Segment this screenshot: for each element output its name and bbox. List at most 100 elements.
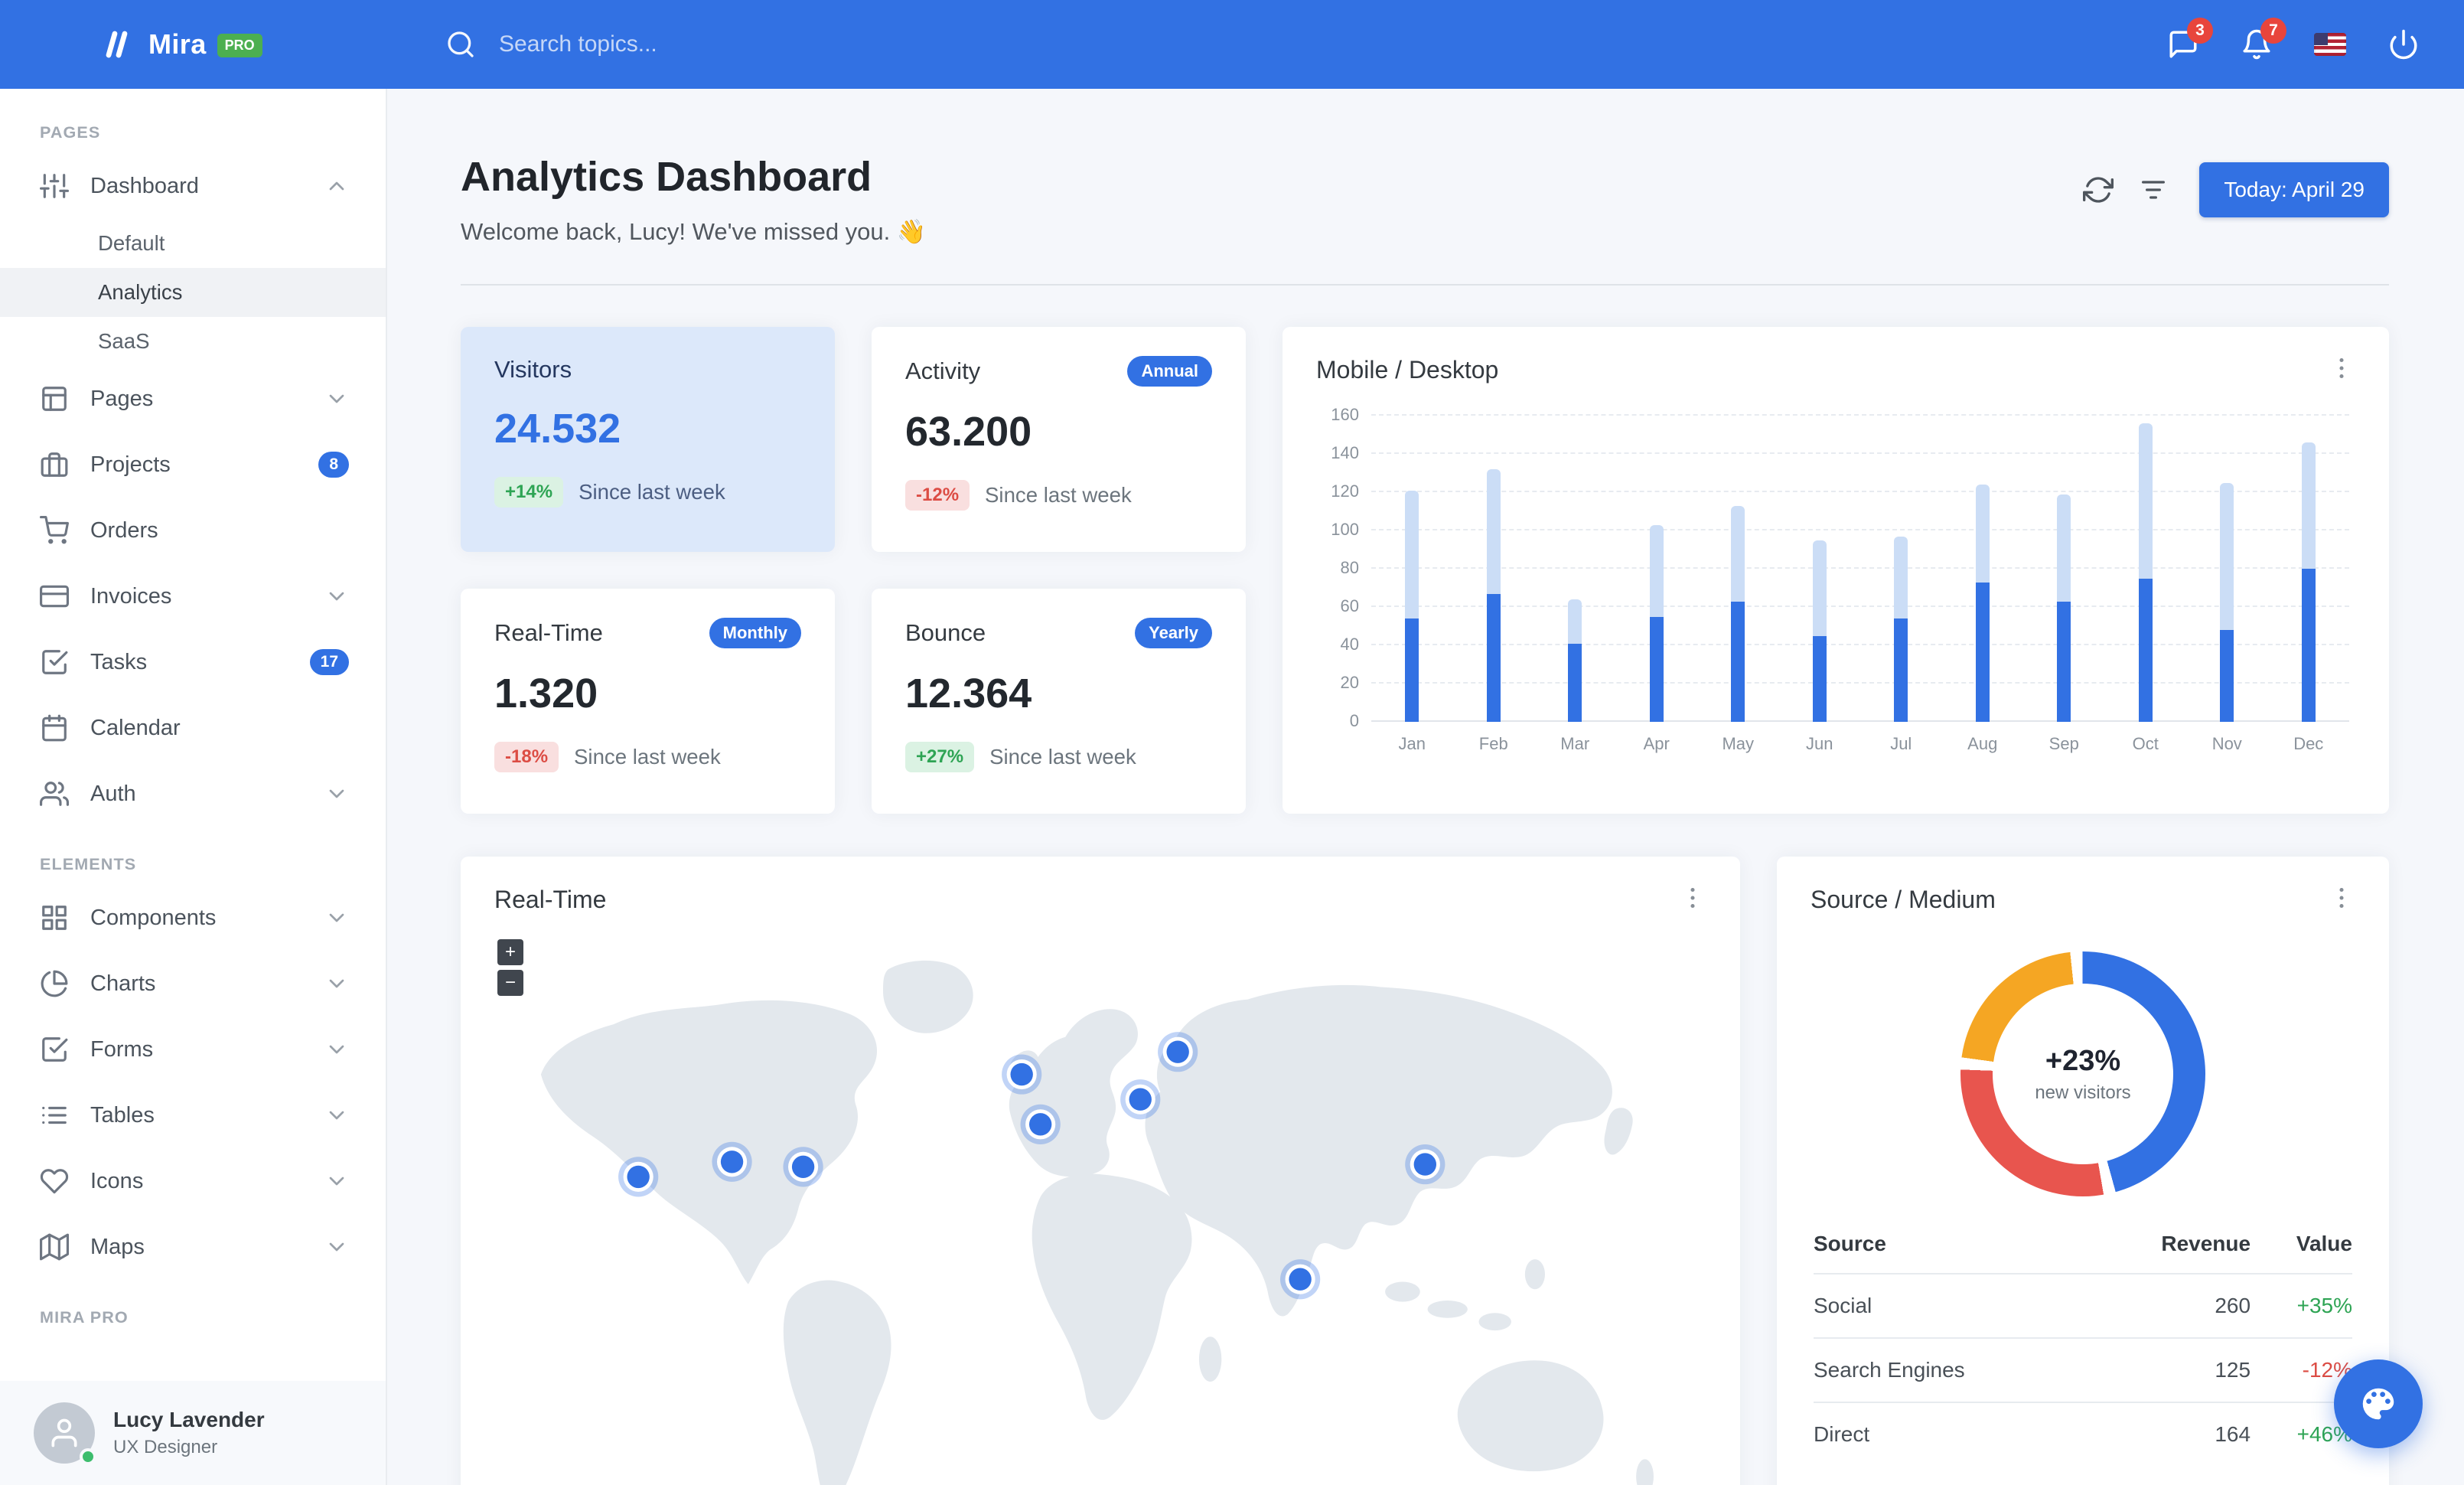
stacked-bar-chart: 0 20 40 60 80 100 120 140 160 Jan Feb Mar Apr May Jun J… <box>1283 405 2389 778</box>
island-madagascar <box>1198 1336 1222 1382</box>
stat-caption: Since last week <box>985 483 1132 507</box>
sign-out-button[interactable] <box>2377 18 2430 71</box>
map-marker[interactable] <box>1120 1079 1161 1120</box>
map-zoom-in-button[interactable]: + <box>497 939 523 965</box>
continent-africa <box>1032 1173 1192 1420</box>
header-actions: Today: April 29 <box>2071 162 2389 217</box>
source-row-social: Social 260 +35% <box>1814 1273 2352 1338</box>
filter-icon <box>2142 181 2166 199</box>
col-source: Source <box>1814 1232 1886 1255</box>
sidebar-item-forms[interactable]: Forms <box>0 1017 386 1082</box>
sidebar-item-auth[interactable]: Auth <box>0 761 386 827</box>
pie-chart-icon <box>41 970 68 997</box>
chevron-down-icon <box>329 1242 344 1252</box>
x-axis-label: Apr <box>1643 734 1670 753</box>
map-menu-button[interactable] <box>1679 884 1706 915</box>
stat-card-visitors: Visitors 24.532 +14% Since last week <box>461 327 835 552</box>
world-map[interactable] <box>476 927 1725 1485</box>
sidebar-item-label: Tasks <box>90 649 148 674</box>
sidebar-subitem-analytics[interactable]: Analytics <box>0 268 386 317</box>
sidebar-item-tables[interactable]: Tables <box>0 1082 386 1148</box>
date-range-button[interactable]: Today: April 29 <box>2199 162 2389 217</box>
delta-badge: -12% <box>905 480 970 511</box>
chevron-down-icon <box>329 979 344 988</box>
stats-grid: Visitors 24.532 +14% Since last week Activit… <box>461 327 1246 814</box>
sidebar-item-pages[interactable]: Pages <box>0 366 386 432</box>
refresh-icon <box>2083 177 2114 203</box>
sidebar-user[interactable]: Lucy Lavender UX Designer <box>0 1381 386 1485</box>
col-value: Value <box>2296 1232 2352 1255</box>
user-icon <box>51 1418 77 1447</box>
map-marker[interactable] <box>783 1147 823 1187</box>
source-card-title: Source / Medium <box>1811 885 1996 913</box>
map-marker[interactable] <box>1405 1144 1445 1185</box>
period-badge[interactable]: Monthly <box>709 618 801 648</box>
sidebar-item-label: Orders <box>90 517 158 543</box>
sidebar-item-calendar[interactable]: Calendar <box>0 695 386 761</box>
grid-icon <box>42 906 67 930</box>
map-marker[interactable] <box>1002 1054 1042 1095</box>
period-badge[interactable]: Annual <box>1127 356 1212 387</box>
more-vertical-icon <box>2339 887 2344 909</box>
chevron-down-icon <box>329 1045 344 1054</box>
map-marker[interactable] <box>618 1157 659 1197</box>
notifications-button[interactable]: 7 <box>2230 18 2286 71</box>
refresh-button[interactable] <box>2071 164 2126 216</box>
island-indonesia-1 <box>1385 1281 1420 1302</box>
sidebar-item-orders[interactable]: Orders <box>0 498 386 563</box>
sidebar-item-label: Forms <box>90 1036 154 1062</box>
more-vertical-icon <box>2339 357 2344 379</box>
sidebar-item-invoices[interactable]: Invoices <box>0 563 386 629</box>
y-axis-label: 20 <box>1340 673 1359 692</box>
source-table: Source Revenue Value Social 260 +35% Search… <box>1814 1215 2352 1466</box>
sidebar-item-tasks[interactable]: Tasks 17 <box>0 629 386 695</box>
sidebar-subitem-saas[interactable]: SaaS <box>0 317 386 366</box>
revenue-cell: 260 <box>2088 1273 2251 1338</box>
alerts-count-badge: 7 <box>2260 18 2286 44</box>
chevron-down-icon <box>329 1177 344 1186</box>
continent-south-america <box>783 1280 891 1485</box>
messages-button[interactable]: 3 <box>2156 18 2213 71</box>
bar-sep <box>2023 416 2105 722</box>
source-row-direct: Direct 164 +46% <box>1814 1402 2352 1466</box>
source-cell: Search Engines <box>1814 1337 2089 1402</box>
sidebar-item-components[interactable]: Components <box>0 885 386 951</box>
source-menu-button[interactable] <box>2328 884 2355 915</box>
sidebar-item-charts[interactable]: Charts <box>0 951 386 1017</box>
language-button[interactable] <box>2303 18 2357 71</box>
map-icon <box>40 1233 69 1261</box>
x-axis-label: May <box>1722 734 1755 753</box>
header-divider <box>461 284 2389 286</box>
power-icon <box>2390 29 2417 60</box>
source-cell: Social <box>1814 1273 2089 1338</box>
value-cell: +35% <box>2251 1273 2352 1338</box>
sidebar-item-maps[interactable]: Maps <box>0 1214 386 1280</box>
sidebar-item-dashboard[interactable]: Dashboard <box>0 153 386 219</box>
mobile-desktop-chart-card: Mobile / Desktop 0 20 40 60 80 100 120 140 160 Ja… <box>1283 327 2389 814</box>
bar-nov <box>2186 416 2268 722</box>
map-zoom-out-button[interactable]: − <box>497 970 523 996</box>
page-title: Analytics Dashboard <box>461 154 872 200</box>
sidebar-subitem-default[interactable]: Default <box>0 219 386 268</box>
filter-button[interactable] <box>2126 164 2181 216</box>
chart-menu-button[interactable] <box>2328 354 2355 385</box>
map-marker[interactable] <box>1280 1259 1321 1300</box>
sidebar: PAGES Dashboard Default Analytics SaaS Pages P… <box>0 89 387 1485</box>
credit-card-icon <box>40 585 69 608</box>
theme-customizer-fab[interactable] <box>2334 1359 2423 1448</box>
map-marker[interactable] <box>1158 1032 1198 1072</box>
map-marker[interactable] <box>712 1141 752 1182</box>
sidebar-item-projects[interactable]: Projects 8 <box>0 432 386 498</box>
y-axis-label: 80 <box>1340 558 1359 577</box>
map-marker[interactable] <box>1020 1104 1061 1144</box>
brand[interactable]: Mira PRO <box>0 26 387 63</box>
search-input[interactable] <box>496 30 924 59</box>
revenue-cell: 164 <box>2088 1402 2251 1466</box>
x-axis-label: Mar <box>1560 734 1590 753</box>
period-badge[interactable]: Yearly <box>1135 618 1212 648</box>
sidebar-item-icons[interactable]: Icons <box>0 1148 386 1214</box>
check-square-icon <box>42 650 68 674</box>
bar-apr <box>1616 416 1698 722</box>
stat-caption: Since last week <box>579 480 725 504</box>
x-axis-label: Dec <box>2293 734 2324 753</box>
